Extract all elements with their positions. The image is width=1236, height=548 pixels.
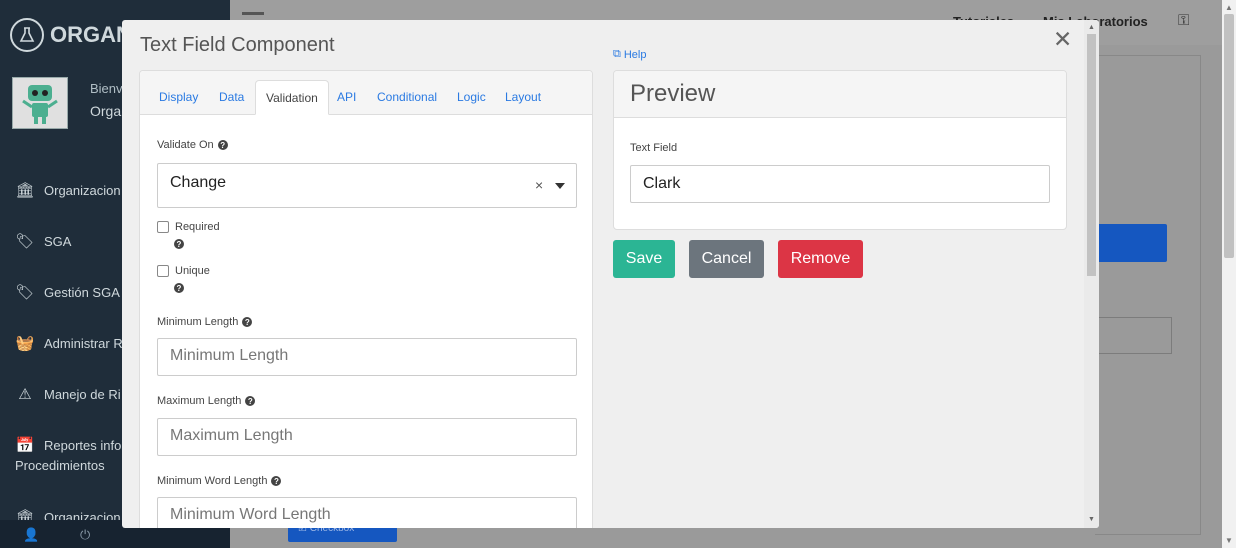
min-word-length-label: Minimum Word Length ?: [157, 475, 282, 487]
user-org: Orga: [90, 103, 122, 119]
tab-display[interactable]: Display: [149, 80, 208, 115]
tab-conditional[interactable]: Conditional: [367, 80, 447, 115]
preview-title: Preview: [614, 71, 1066, 118]
sidebar-item-organizacion[interactable]: 🏛 Organizacion: [15, 181, 120, 201]
preview-field-label: Text Field: [630, 142, 678, 154]
key-icon[interactable]: ⚿: [1178, 12, 1189, 29]
component-modal: Text Field Component ✕ Display Data Vali…: [122, 20, 1099, 528]
unique-checkbox-row[interactable]: Unique: [157, 265, 210, 277]
modal-title: Text Field Component: [140, 34, 335, 56]
scroll-down-icon[interactable]: ▼: [1225, 536, 1233, 545]
scroll-up-icon[interactable]: ▲: [1088, 24, 1095, 31]
preview-panel: Preview Text Field Clark: [613, 70, 1067, 230]
basket-icon: 🧺: [15, 335, 35, 352]
question-icon[interactable]: ?: [245, 396, 256, 406]
modal-scroll-thumb[interactable]: [1087, 34, 1096, 276]
sidebar-item-manejo[interactable]: ⚠ Manejo de Ri: [15, 385, 120, 405]
tab-bar: Display Data Validation API Conditional …: [140, 71, 592, 115]
modal-scrollbar[interactable]: ▲ ▼: [1084, 20, 1099, 528]
user-greeting: Bienv: [90, 81, 123, 96]
caret-down-icon[interactable]: [555, 183, 565, 189]
external-link-icon: ⧉: [613, 48, 621, 60]
min-length-input[interactable]: Minimum Length: [157, 338, 577, 376]
unique-checkbox[interactable]: [157, 265, 169, 277]
min-length-label: Minimum Length ?: [157, 316, 253, 328]
question-icon[interactable]: ?: [271, 476, 282, 486]
tab-validation[interactable]: Validation: [255, 80, 329, 115]
required-checkbox-row[interactable]: Required: [157, 221, 220, 233]
sidebar-item-reportes[interactable]: 📅 Reportes info Procedimientos: [15, 436, 121, 476]
validate-on-value: Change: [170, 174, 227, 191]
page-scrollbar[interactable]: ▲ ▼: [1222, 0, 1236, 548]
user-icon[interactable]: 👤: [23, 527, 39, 543]
max-length-input[interactable]: Maximum Length: [157, 418, 577, 456]
brand[interactable]: ORGAN: [10, 18, 132, 52]
sidebar-item-sga[interactable]: 🏷 SGA: [15, 232, 71, 252]
background-card: [1095, 55, 1201, 535]
tags-icon: 🏷: [15, 284, 35, 301]
avatar: [12, 77, 68, 129]
power-icon[interactable]: ⏻: [80, 527, 90, 543]
background-input[interactable]: [1095, 317, 1172, 354]
cancel-button[interactable]: Cancel: [689, 240, 764, 278]
tab-data[interactable]: Data: [209, 80, 254, 115]
question-icon[interactable]: ?: [174, 283, 184, 293]
question-icon[interactable]: ?: [242, 317, 253, 327]
max-length-label: Maximum Length ?: [157, 395, 256, 407]
preview-text-field[interactable]: Clark: [630, 165, 1050, 203]
remove-button[interactable]: Remove: [778, 240, 863, 278]
tab-logic[interactable]: Logic: [447, 80, 496, 115]
validate-on-select[interactable]: Change ×: [157, 163, 577, 208]
page-scroll-thumb[interactable]: [1224, 14, 1234, 258]
required-checkbox[interactable]: [157, 221, 169, 233]
warning-icon: ⚠: [18, 386, 32, 403]
user-panel: Bienv Orga: [12, 77, 123, 129]
hamburger-icon[interactable]: [242, 12, 264, 15]
tab-api[interactable]: API: [327, 80, 366, 115]
close-icon[interactable]: ✕: [1053, 26, 1072, 53]
help-link[interactable]: ⧉ Help: [613, 48, 646, 61]
settings-pane: Display Data Validation API Conditional …: [139, 70, 593, 528]
sidebar-item-gestion-sga[interactable]: 🏷 Gestión SGA: [15, 283, 119, 303]
tags-icon: 🏷: [15, 233, 35, 250]
clear-icon[interactable]: ×: [535, 177, 543, 193]
brand-name: ORGAN: [50, 22, 132, 47]
validate-on-label: Validate On ?: [157, 139, 228, 151]
question-icon[interactable]: ?: [217, 140, 228, 150]
tab-layout[interactable]: Layout: [495, 80, 551, 115]
flask-icon: [10, 18, 44, 52]
scroll-up-icon[interactable]: ▲: [1225, 3, 1233, 12]
background-button[interactable]: [1095, 224, 1167, 262]
save-button[interactable]: Save: [613, 240, 675, 278]
sidebar-item-administrar[interactable]: 🧺 Administrar R: [15, 334, 123, 354]
min-word-length-input[interactable]: Minimum Word Length: [157, 497, 577, 528]
bank-icon: 🏛: [15, 182, 35, 199]
calendar-check-icon: 📅: [15, 437, 35, 454]
scroll-down-icon[interactable]: ▼: [1088, 516, 1095, 523]
question-icon[interactable]: ?: [174, 239, 184, 249]
